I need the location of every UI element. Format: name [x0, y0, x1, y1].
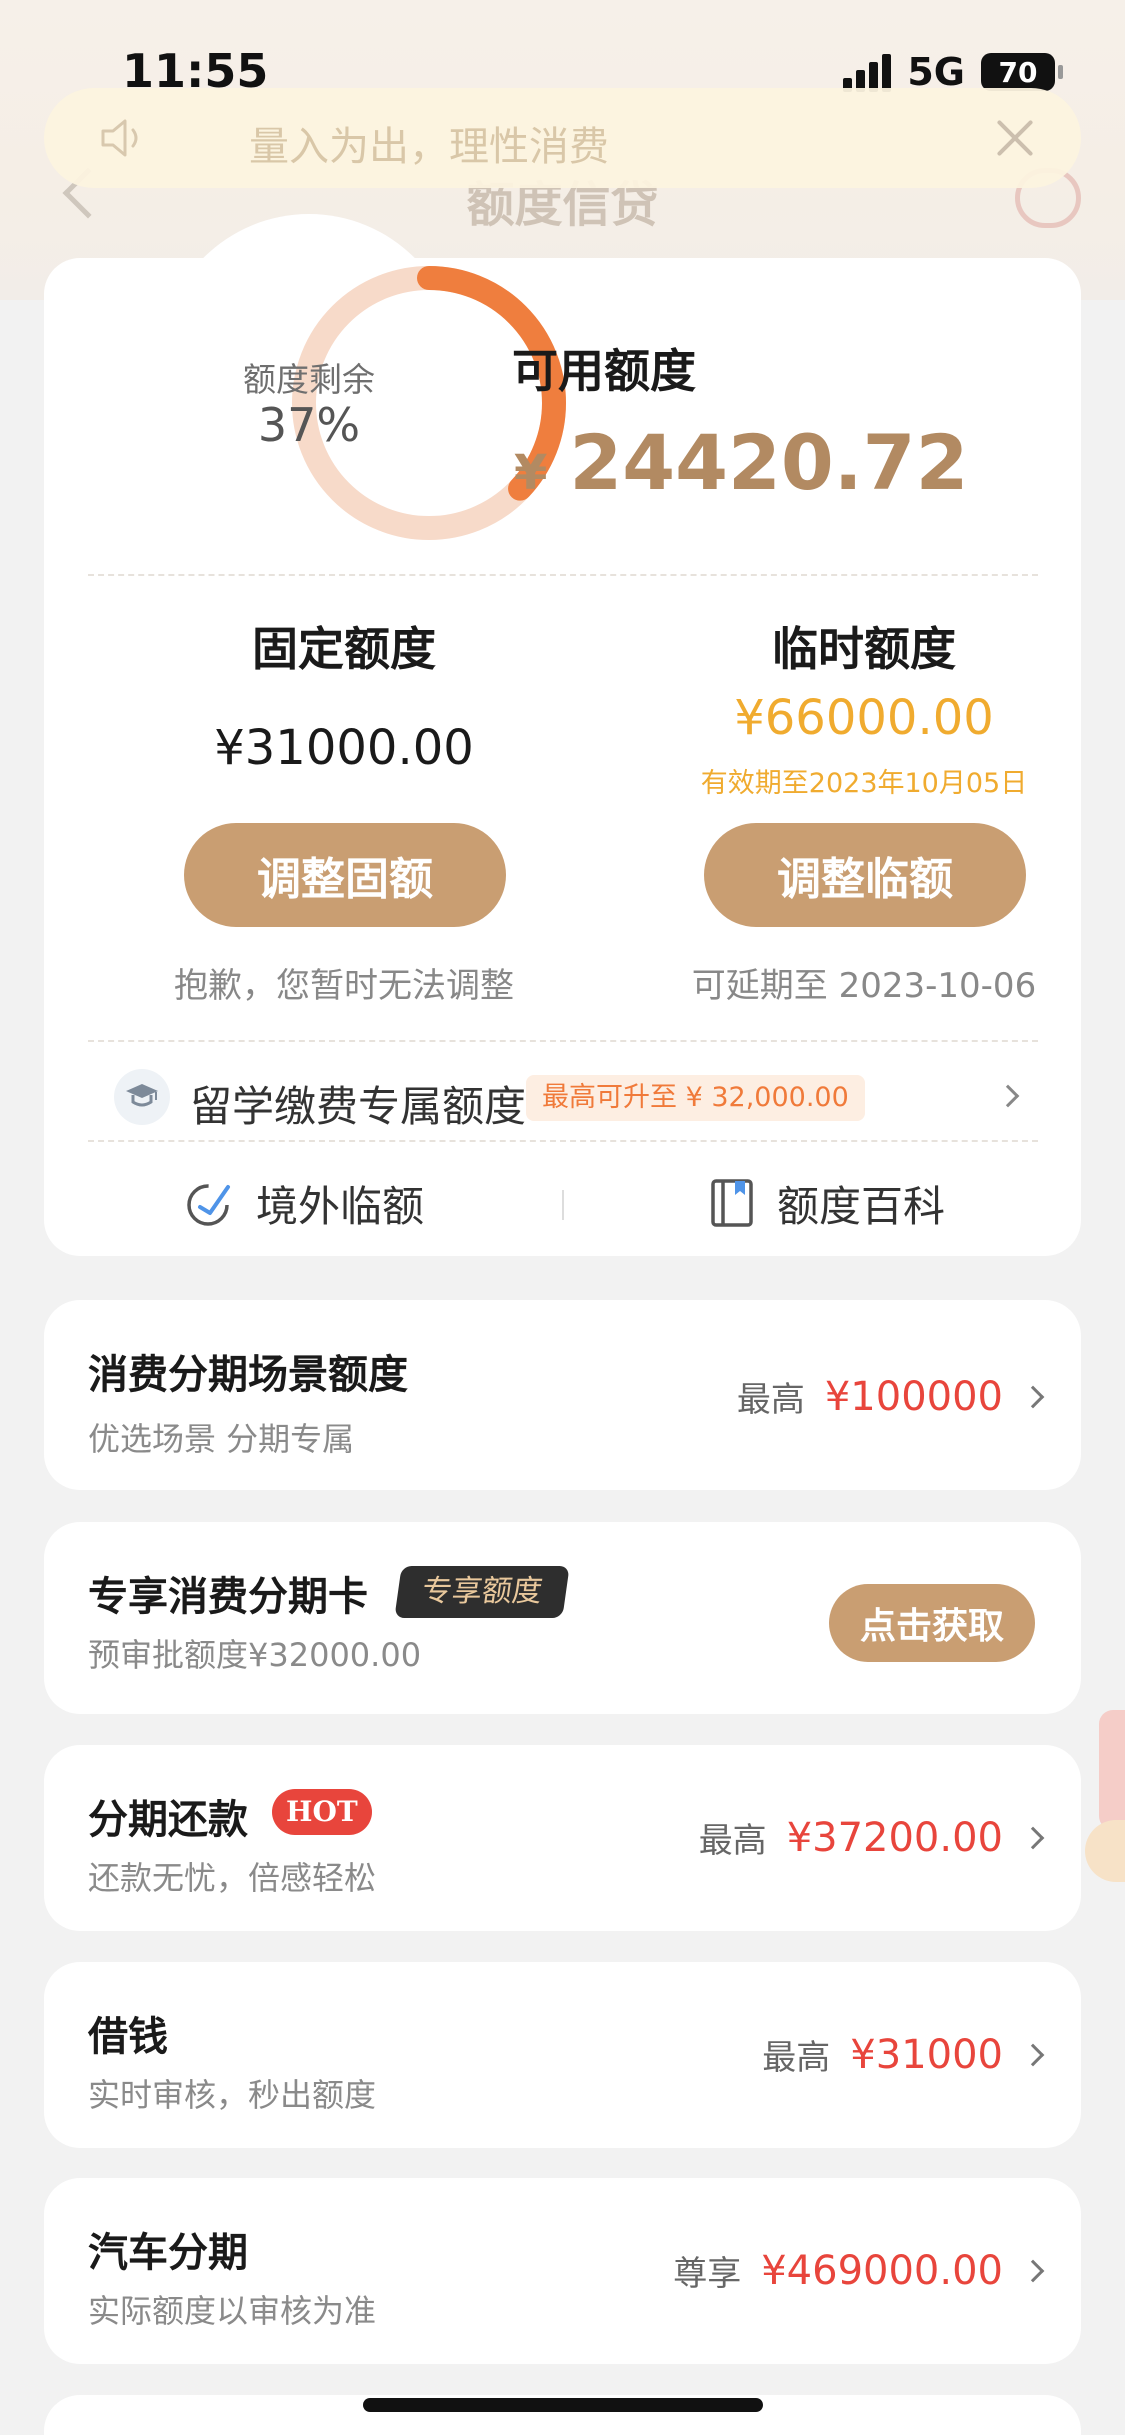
borrow-title: 借钱: [88, 2014, 168, 2060]
fixed-credit-amount: ¥31000.00: [214, 720, 474, 776]
car-right: 尊享 ¥469000.00: [673, 2246, 1045, 2295]
currency-symbol: ¥: [514, 445, 548, 501]
installment-card[interactable]: 专享消费分期卡 专享额度 预审批额度¥32000.00 点击获取: [44, 1522, 1081, 1714]
credit-links: 境外临额 额度百科: [44, 1168, 1081, 1238]
temp-credit-amount: ¥66000.00: [734, 690, 994, 746]
link-divider: [562, 1190, 564, 1220]
study-credit-label: 留学缴费专属额度: [190, 1082, 527, 1131]
borrow-value: ¥31000: [850, 2031, 1003, 2078]
repay-right: 最高 ¥37200.00: [698, 1813, 1045, 1862]
adjust-fixed-button[interactable]: 调整固额: [184, 823, 506, 927]
car-prefix: 尊享: [673, 2254, 742, 2294]
notice-text: 量入为出，理性消费: [249, 124, 609, 170]
repay-prefix: 最高: [698, 1821, 767, 1861]
battery-level: 70: [998, 55, 1038, 89]
floating-entry[interactable]: [1099, 1710, 1125, 1830]
divider: [88, 1040, 1038, 1042]
credit-wiki-link[interactable]: 额度百科: [709, 1168, 945, 1238]
repay-value: ¥37200.00: [786, 1814, 1003, 1861]
remaining-ring: 额度剩余 37%: [164, 258, 566, 548]
car-title: 汽车分期: [88, 2230, 248, 2276]
scene-credit-value: ¥100000: [824, 1373, 1003, 1420]
book-icon: [711, 1179, 753, 1227]
repay-sub: 还款无忧，倍感轻松: [88, 1859, 377, 1897]
overseas-temp-link[interactable]: 境外临额: [184, 1168, 424, 1238]
temp-credit-note: 可延期至 2023-10-06: [691, 966, 1037, 1006]
graduation-cap-icon: [114, 1069, 170, 1125]
floating-entry-badge[interactable]: [1085, 1820, 1125, 1882]
scene-credit-title: 消费分期场景额度: [88, 1352, 408, 1398]
notice-banner: 量入为出，理性消费: [44, 88, 1081, 188]
scene-credit-sub: 优选场景 分期专属: [88, 1420, 355, 1458]
car-sub: 实际额度以审核为准: [88, 2292, 377, 2330]
scene-credit-prefix: 最高: [736, 1380, 805, 1420]
get-card-button[interactable]: 点击获取: [829, 1584, 1035, 1662]
overseas-temp-label: 境外临额: [256, 1181, 425, 1231]
home-indicator[interactable]: [363, 2398, 763, 2412]
borrow-right: 最高 ¥31000: [762, 2030, 1045, 2079]
speaker-icon: [101, 119, 138, 157]
study-credit-badge: 最高可升至 ¥ 32,000.00: [526, 1075, 865, 1121]
chevron-right-icon: [1021, 1826, 1045, 1849]
chevron-right-icon: [1021, 1385, 1045, 1408]
installment-card-title: 专享消费分期卡: [88, 1574, 368, 1620]
fixed-credit-note: 抱歉，您暂时无法调整: [174, 966, 514, 1006]
hot-badge: HOT: [272, 1789, 372, 1835]
close-icon[interactable]: [989, 112, 1041, 164]
credit-card: 额度剩余 37% 可用额度 ¥24420.72 固定额度 ¥31000.00 调…: [44, 214, 1081, 1256]
fixed-credit-title: 固定额度: [252, 622, 436, 676]
available-amount: ¥24420.72: [514, 418, 968, 507]
borrow-prefix: 最高: [762, 2038, 831, 2078]
plane-globe-icon: [187, 1184, 230, 1226]
exclusive-tag: 专享额度: [394, 1566, 570, 1618]
repay-title: 分期还款: [88, 1797, 248, 1843]
adjust-temp-button[interactable]: 调整临额: [704, 823, 1026, 927]
credit-page: 11:55 5G 70 额度信贷 量入为出，理性消费 额度剩余 37% 可用额度…: [0, 0, 1125, 2435]
available-value: 24420.72: [569, 418, 969, 507]
battery-icon: 70: [981, 53, 1063, 91]
available-label: 可用额度: [512, 344, 696, 398]
study-credit-row[interactable]: 留学缴费专属额度 最高可升至 ¥ 32,000.00: [114, 1063, 1034, 1133]
scene-credit-card[interactable]: 消费分期场景额度 优选场景 分期专属 最高 ¥100000: [44, 1300, 1081, 1490]
ring-label: 额度剩余: [243, 360, 375, 399]
temp-credit-title: 临时额度: [772, 622, 956, 676]
borrow-card[interactable]: 借钱 实时审核，秒出额度 最高 ¥31000: [44, 1962, 1081, 2148]
installment-repay-card[interactable]: 分期还款 HOT 还款无忧，倍感轻松 最高 ¥37200.00: [44, 1745, 1081, 1931]
chevron-right-icon: [1021, 2259, 1045, 2282]
installment-card-sub: 预审批额度¥32000.00: [88, 1636, 422, 1674]
car-installment-card[interactable]: 汽车分期 实际额度以审核为准 尊享 ¥469000.00: [44, 2178, 1081, 2364]
chevron-right-icon: [1021, 2043, 1045, 2066]
divider: [88, 1140, 1038, 1142]
chevron-right-icon: [996, 1084, 1020, 1108]
signal-icon: [843, 52, 892, 92]
ring-percent: 37%: [257, 398, 361, 452]
car-value: ¥469000.00: [761, 2247, 1003, 2294]
credit-wiki-label: 额度百科: [777, 1181, 946, 1231]
temp-credit-validity: 有效期至2023年10月05日: [700, 768, 1028, 799]
scene-credit-right: 最高 ¥100000: [736, 1372, 1045, 1421]
divider: [88, 574, 1038, 576]
borrow-sub: 实时审核，秒出额度: [88, 2076, 377, 2114]
